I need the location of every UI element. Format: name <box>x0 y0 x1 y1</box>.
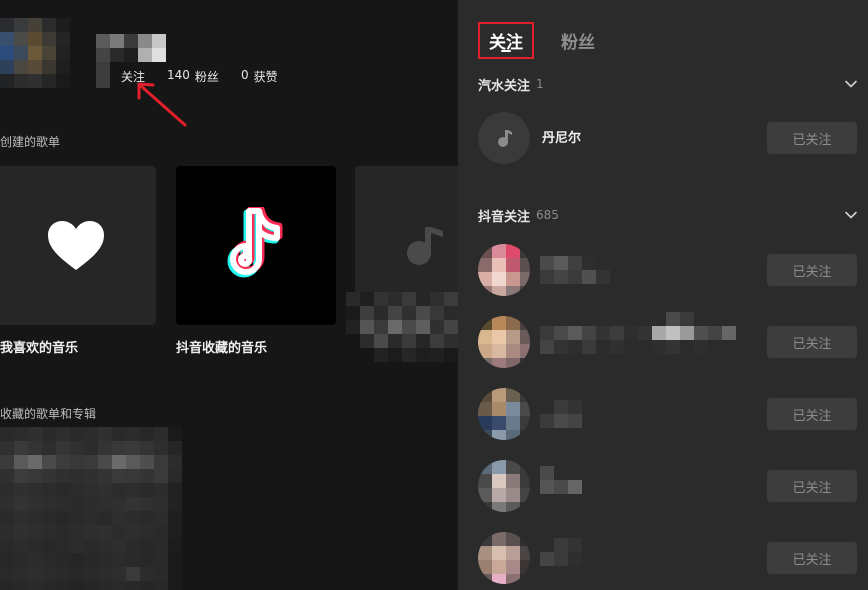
douyin-following-header[interactable]: 抖音关注 685 <box>478 205 858 225</box>
tab-fans[interactable]: 粉丝 <box>550 22 606 59</box>
heart-icon <box>48 220 104 270</box>
follow-tabs: 关注 粉丝 <box>478 20 606 60</box>
profile-area: 关注 140 粉丝 0 获赞 创建的歌单 我喜欢的音乐 抖音收藏的音乐 收藏的歌… <box>0 0 458 590</box>
user-name-pixelated[interactable] <box>540 256 610 284</box>
following-button[interactable]: 已关注 <box>767 398 857 430</box>
user-name[interactable]: 丹尼尔 <box>542 127 581 146</box>
group-title: 汽水关注 <box>478 78 531 94</box>
following-button[interactable]: 已关注 <box>767 122 857 154</box>
user-name-pixelated[interactable] <box>540 466 582 494</box>
following-button[interactable]: 已关注 <box>767 254 857 286</box>
avatar[interactable] <box>478 112 530 164</box>
follow-panel: 关注 粉丝 汽水关注 1 丹尼尔 已关注 抖音关注 685 已关注 已关注 已关… <box>458 0 868 590</box>
avatar[interactable] <box>0 18 70 88</box>
user-name-pixelated[interactable] <box>540 538 582 566</box>
avatar[interactable] <box>478 532 530 584</box>
list-item[interactable]: 已关注 <box>458 455 868 515</box>
list-item[interactable]: 已关注 <box>458 383 868 443</box>
annotation-arrow-icon <box>137 82 187 127</box>
chevron-down-icon[interactable] <box>844 208 858 222</box>
liked-music-label: 我喜欢的音乐 <box>0 341 79 356</box>
avatar[interactable] <box>478 316 530 368</box>
list-item[interactable]: 已关注 <box>458 527 868 587</box>
avatar[interactable] <box>478 460 530 512</box>
username-pixel <box>96 62 110 88</box>
collected-pixelated[interactable] <box>0 427 182 590</box>
group-count: 685 <box>536 208 559 222</box>
group-count: 1 <box>536 77 544 91</box>
avatar[interactable] <box>478 388 530 440</box>
likes-label: 获赞 <box>253 70 278 84</box>
music-note-icon <box>407 226 443 265</box>
liked-music-card[interactable] <box>0 166 156 325</box>
list-item[interactable]: 丹尼尔 已关注 <box>458 107 868 167</box>
tiktok-favorites-label: 抖音收藏的音乐 <box>176 341 268 356</box>
music-note-icon <box>498 130 512 147</box>
fans-label: 粉丝 <box>194 70 219 84</box>
collected-title: 收藏的歌单和专辑 <box>0 407 97 421</box>
following-button[interactable]: 已关注 <box>767 326 857 358</box>
group-title: 抖音关注 <box>478 209 531 225</box>
list-item[interactable]: 已关注 <box>458 311 868 371</box>
user-name-pixelated[interactable] <box>540 400 582 428</box>
tab-following[interactable]: 关注 <box>478 21 534 59</box>
following-button[interactable]: 已关注 <box>767 470 857 502</box>
list-item[interactable]: 已关注 <box>458 239 868 299</box>
avatar[interactable] <box>478 244 530 296</box>
tiktok-logo-icon <box>227 206 283 277</box>
third-playlist-pixelated <box>346 292 458 362</box>
tiktok-favorites-card[interactable] <box>176 166 336 325</box>
created-playlists-title: 创建的歌单 <box>0 135 61 149</box>
following-button[interactable]: 已关注 <box>767 542 857 574</box>
user-name-pixelated[interactable] <box>540 312 736 354</box>
qishui-following-header[interactable]: 汽水关注 1 <box>478 74 858 94</box>
likes-count: 0 <box>240 68 249 82</box>
chevron-down-icon[interactable] <box>844 77 858 91</box>
username-pixelated <box>96 34 166 62</box>
likes-stat: 0 获赞 <box>241 68 278 85</box>
